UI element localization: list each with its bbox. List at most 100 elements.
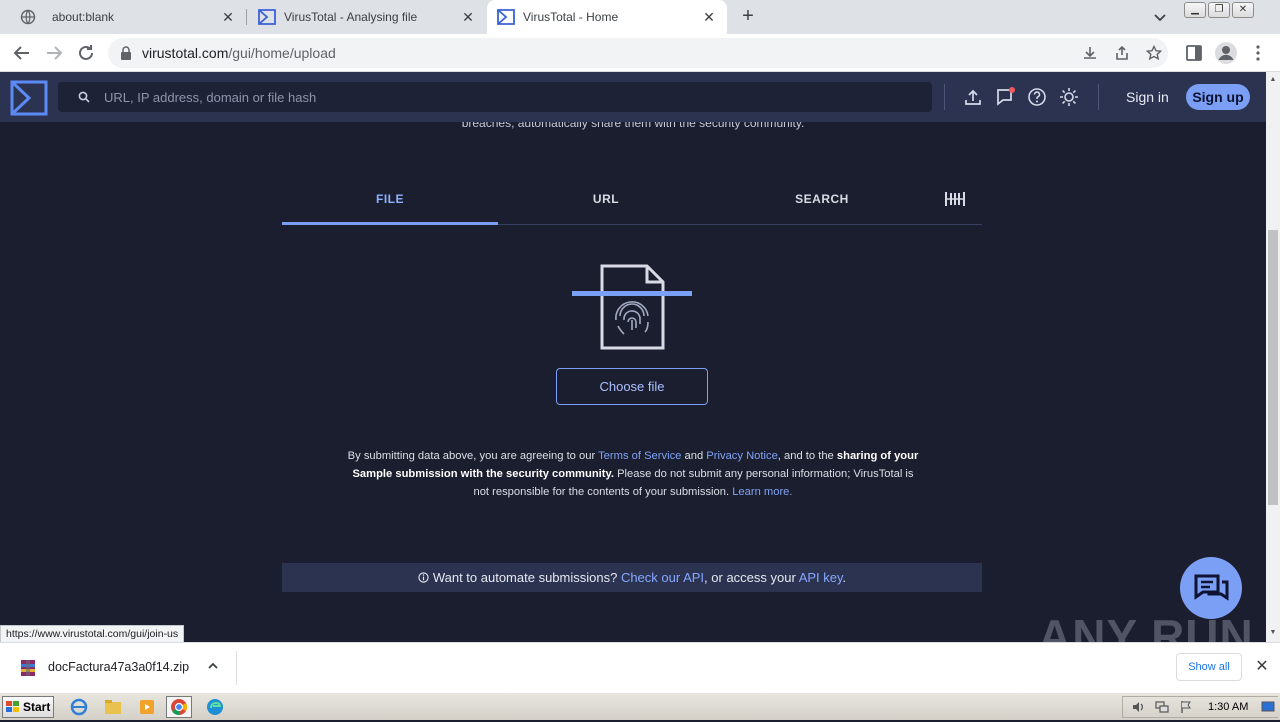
- window-controls: ▁ ❐ ✕: [1182, 2, 1254, 18]
- share-icon[interactable]: [1114, 45, 1130, 61]
- notifications-chat-icon[interactable]: [995, 87, 1015, 107]
- legal-text: By submitting data above, you are agreei…: [347, 450, 599, 462]
- download-filename[interactable]: docFactura47a3a0f14.zip: [48, 660, 189, 674]
- scroll-up-arrow[interactable]: ▲: [1268, 75, 1278, 85]
- theme-sun-icon[interactable]: [1059, 87, 1079, 107]
- shelf-separator: [236, 651, 237, 685]
- bookmark-star-icon[interactable]: [1146, 45, 1162, 61]
- upload-tabs: FILE URL SEARCH: [282, 182, 982, 225]
- api-text: Want to automate submissions?: [432, 570, 621, 585]
- help-icon[interactable]: [1027, 87, 1047, 107]
- close-icon[interactable]: ✕: [701, 9, 717, 25]
- profile-avatar-icon[interactable]: [1214, 41, 1238, 65]
- api-key-link[interactable]: API key: [799, 570, 843, 585]
- forward-arrow-icon[interactable]: [43, 42, 65, 64]
- browser-toolbar: virustotal.com/gui/home/upload: [0, 34, 1280, 72]
- tab-title: about:blank: [52, 10, 115, 24]
- action-center-flag-icon[interactable]: [1179, 700, 1193, 714]
- privacy-notice-link[interactable]: Privacy Notice: [706, 450, 778, 462]
- address-bar[interactable]: virustotal.com/gui/home/upload: [108, 38, 1168, 68]
- tab-url[interactable]: URL: [498, 182, 714, 225]
- chrome-icon: [171, 699, 188, 716]
- sign-in-link[interactable]: Sign in: [1126, 89, 1169, 105]
- virustotal-favicon-icon: [258, 9, 276, 25]
- tab-title: VirusTotal - Analysing file: [284, 10, 418, 24]
- virustotal-header: Sign in Sign up: [0, 72, 1266, 122]
- scroll-thumb[interactable]: [1268, 230, 1278, 505]
- chat-button[interactable]: [1180, 557, 1242, 619]
- tab-file[interactable]: FILE: [282, 182, 498, 225]
- learn-more-link[interactable]: Learn more.: [732, 486, 792, 498]
- tab-separator: [246, 9, 247, 25]
- tab-virustotal-home[interactable]: VirusTotal - Home ✕: [487, 0, 727, 34]
- install-app-icon[interactable]: [1082, 45, 1098, 61]
- choose-file-button[interactable]: Choose file: [556, 368, 708, 405]
- back-arrow-icon[interactable]: [11, 42, 33, 64]
- sign-up-button[interactable]: Sign up: [1186, 84, 1250, 110]
- intro-text: breaches, automatically share them with …: [461, 122, 805, 130]
- minimize-button[interactable]: ▁: [1184, 2, 1206, 18]
- lock-icon[interactable]: [120, 46, 132, 60]
- tab-about-blank[interactable]: about:blank ✕: [8, 0, 246, 34]
- close-icon[interactable]: ✕: [460, 9, 476, 25]
- internet-explorer-icon[interactable]: [66, 696, 92, 718]
- chevron-up-icon[interactable]: [206, 659, 220, 673]
- page-content: breaches, automatically share them with …: [0, 122, 1266, 642]
- network-icon[interactable]: [1155, 700, 1169, 714]
- url-host: virustotal.com: [142, 45, 229, 61]
- virustotal-favicon-icon: [497, 9, 515, 25]
- show-desktop-icon[interactable]: [1261, 700, 1275, 714]
- info-icon: [418, 572, 429, 583]
- api-banner: Want to automate submissions? Check our …: [282, 563, 982, 592]
- terms-of-service-link[interactable]: Terms of Service: [598, 450, 681, 462]
- upload-icon[interactable]: [963, 87, 983, 107]
- header-divider: [944, 84, 945, 110]
- start-label: Start: [23, 700, 51, 714]
- chat-bubbles-icon: [1194, 574, 1229, 601]
- page-scrollbar[interactable]: ▲ ▼: [1266, 72, 1280, 642]
- windows-taskbar: Start 1:30 AM: [0, 692, 1280, 720]
- check-api-link[interactable]: Check our API: [621, 570, 704, 585]
- file-fingerprint-icon: [572, 264, 692, 350]
- volume-icon[interactable]: [1131, 700, 1145, 714]
- close-window-button[interactable]: ✕: [1232, 2, 1254, 18]
- windows-flag-icon: [6, 701, 19, 712]
- close-icon[interactable]: ✕: [1254, 659, 1270, 675]
- restore-button[interactable]: ❐: [1208, 2, 1230, 18]
- show-all-button[interactable]: Show all: [1176, 653, 1242, 681]
- chrome-taskbar-button[interactable]: [166, 696, 192, 718]
- taskbar-clock: 1:30 AM: [1208, 701, 1249, 713]
- url-text[interactable]: virustotal.com/gui/home/upload: [142, 45, 336, 61]
- tab-title: VirusTotal - Home: [523, 10, 619, 24]
- barcode-scan-icon[interactable]: [944, 190, 966, 208]
- virustotal-logo-icon[interactable]: [10, 80, 48, 116]
- url-path: /gui/home/upload: [228, 45, 336, 61]
- chevron-down-icon[interactable]: [1152, 9, 1168, 25]
- legal-text: , and to the: [777, 450, 837, 462]
- vt-search-box[interactable]: [58, 82, 932, 112]
- tab-virustotal-analysing[interactable]: VirusTotal - Analysing file ✕: [248, 0, 486, 34]
- search-icon: [78, 91, 90, 103]
- edge-icon[interactable]: [202, 696, 228, 718]
- api-text: , or access your: [704, 570, 799, 585]
- search-input[interactable]: [104, 82, 904, 112]
- status-bar-url: https://www.virustotal.com/gui/join-us: [0, 625, 185, 642]
- browser-tabstrip: about:blank ✕ VirusTotal - Analysing fil…: [0, 0, 1280, 34]
- start-button[interactable]: Start: [2, 696, 54, 718]
- close-icon[interactable]: ✕: [220, 9, 236, 25]
- winrar-archive-icon[interactable]: [20, 659, 36, 677]
- scroll-down-arrow[interactable]: ▼: [1268, 628, 1278, 638]
- legal-text: and: [681, 450, 707, 462]
- reload-icon[interactable]: [75, 42, 97, 64]
- media-player-icon[interactable]: [134, 696, 160, 718]
- side-panel-icon[interactable]: [1184, 43, 1204, 63]
- tab-search[interactable]: SEARCH: [714, 182, 930, 225]
- file-explorer-icon[interactable]: [100, 696, 126, 718]
- api-text: .: [842, 570, 847, 585]
- system-tray: [1122, 696, 1278, 718]
- header-divider: [1098, 84, 1099, 110]
- kebab-menu-icon[interactable]: [1248, 43, 1268, 63]
- globe-icon: [20, 9, 36, 25]
- new-tab-button[interactable]: +: [737, 6, 759, 28]
- legal-notice: By submitting data above, you are agreei…: [344, 447, 922, 501]
